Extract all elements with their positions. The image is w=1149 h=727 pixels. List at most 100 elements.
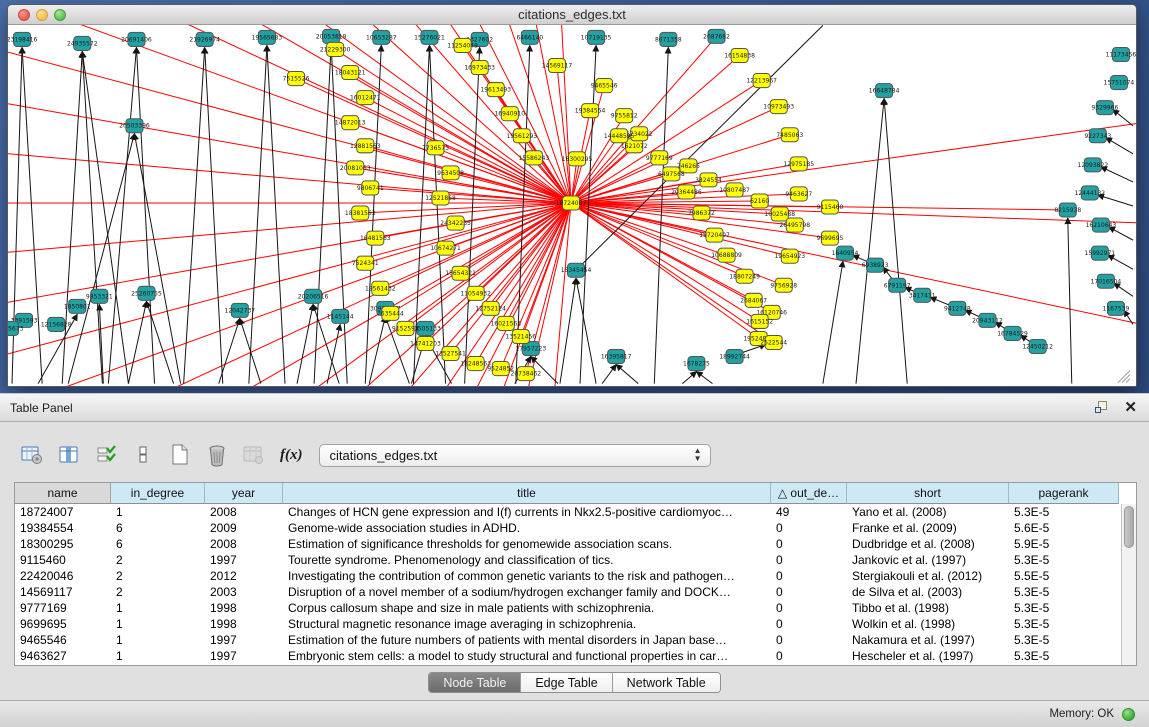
graph-edge[interactable] [560,278,576,383]
graph-edge-selected[interactable] [8,25,571,203]
table-cell[interactable]: 5.3E-5 [1009,648,1119,664]
graph-edge[interactable] [219,318,240,383]
table-cell[interactable]: 22420046 [15,568,111,584]
network-view-window[interactable]: citations_edges.txt 18724007231984162493… [7,4,1137,387]
table-cell[interactable]: 0 [771,632,847,648]
graph-edge[interactable] [82,51,128,383]
graph-edge[interactable] [1101,167,1133,182]
table-cell[interactable]: 5.3E-5 [1009,616,1119,632]
graph-edge[interactable] [465,47,480,383]
graph-edge[interactable] [1108,255,1133,269]
table-cell[interactable]: 5.3E-5 [1009,632,1119,648]
table-cell[interactable]: 0 [771,616,847,632]
table-cell[interactable]: 2 [111,584,205,600]
graph-edge[interactable] [128,301,146,383]
table-row[interactable]: 946554611997Estimation of the future num… [15,632,1136,648]
table-cell[interactable]: Nakamura et al. (1997) [847,632,1009,648]
table-cell[interactable]: 1 [111,648,205,664]
table-cell[interactable]: 1998 [205,616,283,632]
table-cell[interactable]: 9465546 [15,632,111,648]
tab-node-table[interactable]: Node Table [429,673,521,692]
table-cell[interactable]: 18724007 [15,504,111,520]
table-select-dropdown[interactable]: citations_edges.txt ▲▼ [319,444,711,467]
table-cell[interactable]: 5.3E-5 [1009,600,1119,616]
table-cell[interactable]: 2008 [205,504,283,520]
table-cell[interactable]: 2 [111,552,205,568]
graph-edge[interactable] [696,372,712,384]
table-cell[interactable]: 14569117 [15,584,111,600]
column-header-6[interactable]: pagerank [1009,483,1119,504]
table-cell[interactable]: 18300295 [15,536,111,552]
graph-edge[interactable] [134,134,180,384]
new-document-icon[interactable] [168,443,192,467]
graph-edge-selected[interactable] [8,25,571,203]
tab-network-table[interactable]: Network Table [613,673,720,692]
window-resize-grip[interactable] [1118,371,1130,383]
graph-edge[interactable] [146,301,173,383]
graph-edge[interactable] [62,51,82,383]
table-cell[interactable]: 2 [111,568,205,584]
table-row[interactable]: 1830029562008Estimation of significance … [15,536,1136,552]
table-cell[interactable]: 9115460 [15,552,111,568]
table-cell[interactable]: Dudbridge et al. (2008) [847,536,1009,552]
table-cell[interactable]: 1998 [205,600,283,616]
graph-edge-selected[interactable] [8,25,571,203]
table-cell[interactable]: 0 [771,600,847,616]
table-row[interactable]: 2242004622012Investigating the contribut… [15,568,1136,584]
close-panel-icon[interactable]: ✕ [1124,400,1137,415]
graph-edge[interactable] [616,365,638,384]
graph-edge[interactable] [240,318,261,383]
table-row[interactable]: 946362711997Embryonic stem cells: a mode… [15,648,1136,664]
graph-edge-selected[interactable] [8,25,571,203]
table-cell[interactable]: 5.6E-5 [1009,520,1119,536]
table-cell[interactable]: 1997 [205,632,283,648]
table-cell[interactable]: 0 [771,648,847,664]
table-cell[interactable]: Tibbo et al. (1998) [847,600,1009,616]
column-header-3[interactable]: title [283,483,771,504]
graph-edge-selected[interactable] [8,25,571,203]
scrollbar-thumb[interactable] [1124,506,1134,548]
graph-edge[interactable] [884,99,907,384]
table-vertical-scrollbar[interactable] [1121,504,1136,666]
table-cell[interactable]: 2009 [205,520,283,536]
graph-edge[interactable] [267,45,285,383]
table-cell[interactable]: 1 [111,616,205,632]
graph-edge-selected[interactable] [461,203,571,273]
table-cell[interactable]: 9699695 [15,616,111,632]
table-cell[interactable]: 1 [111,504,205,520]
table-cell[interactable]: Disruption of a novel member of a sodium… [283,584,771,600]
table-cell[interactable]: 9777169 [15,600,111,616]
table-cell[interactable]: 5.5E-5 [1009,568,1119,584]
table-row[interactable]: 969969511998Structural magnetic resonanc… [15,616,1136,632]
graph-edge[interactable] [22,47,42,383]
table-cell[interactable]: 2008 [205,536,283,552]
graph-edge-selected[interactable] [8,25,571,203]
table-cell[interactable]: Hescheler et al. (1997) [847,648,1009,664]
tab-edge-table[interactable]: Edge Table [521,673,612,692]
graph-edge[interactable] [249,45,267,383]
float-panel-icon[interactable] [1095,400,1110,415]
table-cell[interactable]: Corpus callosum shape and size in male p… [283,600,771,616]
table-cell[interactable]: 5.9E-5 [1009,536,1119,552]
table-cell[interactable]: Stergiakouli et al. (2012) [847,568,1009,584]
table-columns-icon[interactable] [57,443,81,467]
table-cell[interactable]: Estimation of significance thresholds fo… [283,536,771,552]
column-header-4[interactable]: △ out_de… [771,483,847,504]
table-cell[interactable]: Yano et al. (2008) [847,504,1009,520]
table-cell[interactable]: Jankovic et al. (1997) [847,552,1009,568]
graph-edge[interactable] [856,99,884,384]
table-cell[interactable]: Wolkin et al. (1998) [847,616,1009,632]
function-builder-icon[interactable]: f(x) [280,447,303,464]
table-row[interactable]: 911546021997Tourette syndrome. Phenomeno… [15,552,1136,568]
graph-edge[interactable] [602,365,616,384]
column-header-2[interactable]: year [205,483,283,504]
graph-edge[interactable] [1068,218,1072,384]
table-cell[interactable]: 5.3E-5 [1009,552,1119,568]
table-row[interactable]: 977716911998Corpus callosum shape and si… [15,600,1136,616]
table-cell[interactable]: Tourette syndrome. Phenomenology and cla… [283,552,771,568]
table-cell[interactable]: Estimation of the future numbers of pati… [283,632,771,648]
table-cell[interactable]: 1 [111,600,205,616]
graph-edge-selected[interactable] [506,203,571,323]
graph-edge-selected[interactable] [8,25,571,203]
table-cell[interactable]: 6 [111,536,205,552]
